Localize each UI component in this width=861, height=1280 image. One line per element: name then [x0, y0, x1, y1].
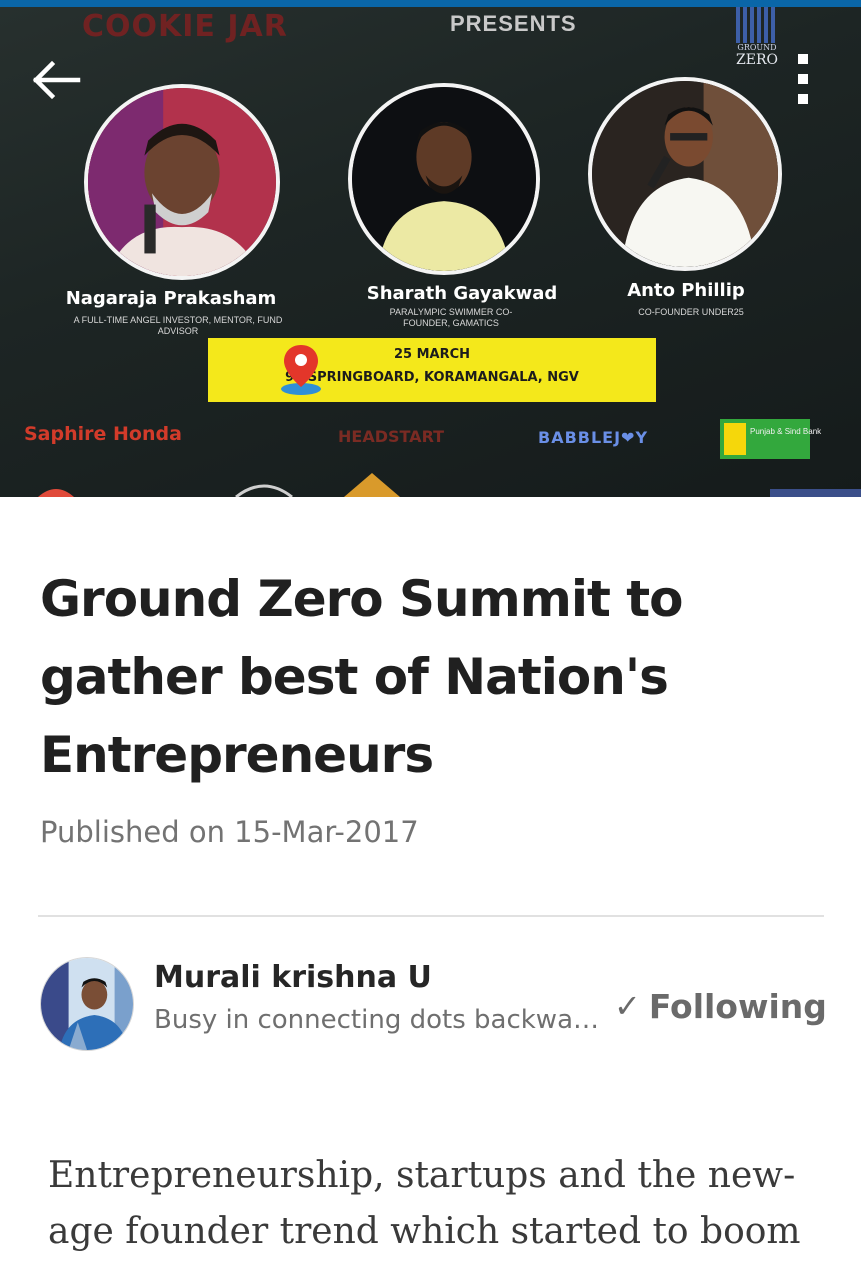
- article-title: Ground Zero Summit to gather best of Nat…: [40, 570, 684, 784]
- top-status-strip: [0, 0, 861, 7]
- vertical-ellipsis-icon: [798, 54, 808, 64]
- divider: [38, 915, 824, 917]
- venue-banner: 25 MARCH 91 SPRINGBOARD, KORAMANGALA, NG…: [208, 338, 656, 402]
- published-date: Published on 15-Mar-2017: [40, 815, 419, 849]
- speaker-photo-1: [84, 84, 280, 280]
- partner-logos-strip: [38, 473, 861, 497]
- article-body-text: Entrepreneurship, startups and the new-a…: [48, 1155, 801, 1252]
- speaker-role-3: CO-FOUNDER UNDER25: [638, 307, 744, 317]
- back-button[interactable]: [30, 59, 82, 101]
- sponsor-saphire-honda: Saphire Honda: [24, 423, 182, 445]
- speaker-photo-3: [588, 77, 782, 271]
- event-date: 25 MARCH: [393, 347, 471, 362]
- ground-zero-logo: GROUND ZERO: [734, 7, 780, 71]
- speaker-name-1: Nagaraja Prakasham: [65, 288, 277, 309]
- checkmark-icon: ✓: [614, 987, 641, 1025]
- cookie-jar-logo: COOKIE JAR: [82, 9, 288, 44]
- following-button[interactable]: ✓ Following: [614, 984, 827, 1028]
- author-name[interactable]: Murali krishna U: [154, 960, 432, 995]
- author-avatar[interactable]: [40, 957, 134, 1051]
- location-pin-icon: [281, 345, 321, 395]
- event-venue: 91 SPRINGBOARD, KORAMANGALA, NGV: [285, 370, 579, 385]
- speaker-photo-2: [348, 83, 540, 275]
- sponsor-headstart: HEADSTART: [338, 427, 445, 446]
- speaker-name-3: Anto Phillip: [627, 280, 745, 301]
- more-options-button[interactable]: [790, 52, 816, 108]
- speaker-role-2: PARALYMPIC SWIMMER CO-FOUNDER, GAMATICS: [389, 307, 513, 328]
- presents-text: PRESENTS: [450, 11, 577, 36]
- following-label: Following: [648, 986, 827, 1026]
- sponsor-babblejoy: BABBLEJ❤Y: [538, 428, 649, 447]
- sponsor-bank-logo: Punjab & Sind Bank: [720, 419, 821, 459]
- author-headline: Busy in connecting dots backwards: [154, 1005, 608, 1035]
- article-cover-image: COOKIE JAR PRESENTS GROUND ZERO Nagaraja…: [0, 7, 861, 497]
- speaker-name-2: Sharath Gayakwad: [366, 283, 558, 304]
- speaker-role-1: A FULL-TIME ANGEL INVESTOR, MENTOR, FUND…: [73, 315, 283, 336]
- arrow-left-icon: [32, 60, 81, 100]
